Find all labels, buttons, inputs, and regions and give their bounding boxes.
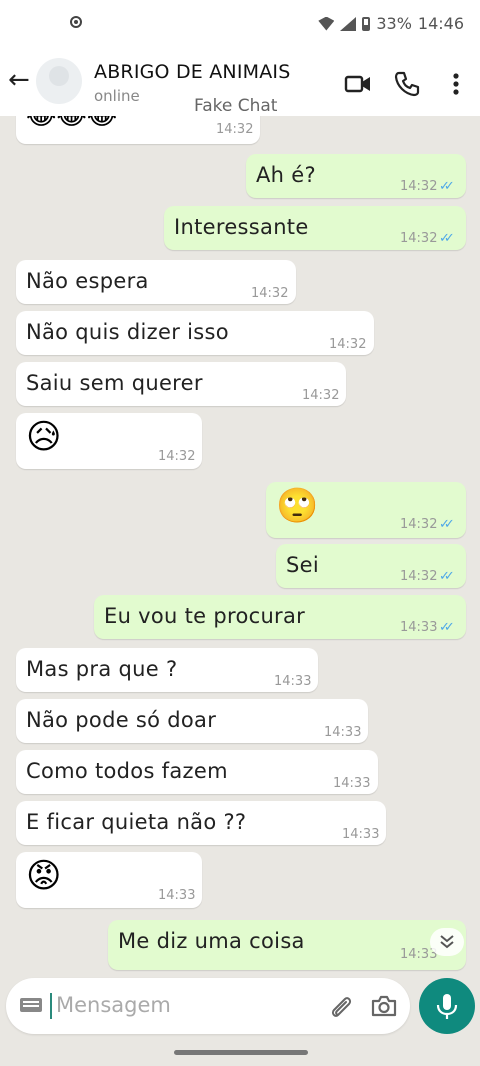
message-bubble-in[interactable]: Mas pra que ? 14:33 bbox=[16, 648, 318, 692]
message-bubble-in[interactable]: Não pode só doar 14:33 bbox=[16, 699, 368, 743]
message-bubble-in[interactable]: Não quis dizer isso 14:32 bbox=[16, 311, 374, 355]
wifi-icon bbox=[318, 16, 335, 31]
message-bubble-in[interactable]: E ficar quieta não ?? 14:33 bbox=[16, 801, 386, 845]
camera-indicator-icon bbox=[70, 16, 82, 28]
video-call-icon[interactable] bbox=[344, 70, 372, 98]
message-text: Não pode só doar bbox=[26, 708, 217, 732]
signal-icon bbox=[340, 16, 357, 31]
message-input-bar: Mensagem bbox=[6, 978, 410, 1034]
message-bubble-in[interactable]: Não espera 14:32 bbox=[16, 260, 296, 304]
contact-avatar[interactable] bbox=[36, 58, 82, 104]
camera-icon[interactable] bbox=[370, 993, 398, 1019]
fake-chat-watermark: Fake Chat bbox=[194, 96, 278, 116]
message-text: Não espera bbox=[26, 269, 149, 293]
message-time: 14:33 bbox=[274, 674, 312, 689]
read-ticks-icon: ✓✓ bbox=[439, 517, 455, 532]
chat-header: ← ABRIGO DE ANIMAIS online Fake Chat bbox=[0, 50, 480, 116]
message-text: Sei bbox=[286, 553, 319, 577]
message-time: 14:32 bbox=[400, 231, 438, 246]
message-bubble-in[interactable]: Como todos fazem 14:33 bbox=[16, 750, 378, 794]
status-bar: 33% 14:46 bbox=[0, 0, 480, 50]
status-icons: 33% 14:46 bbox=[318, 14, 464, 33]
double-chevron-down-icon bbox=[440, 935, 454, 949]
message-text: Saiu sem querer bbox=[26, 371, 203, 395]
keyboard-icon[interactable] bbox=[20, 998, 42, 1012]
message-text: Mas pra que ? bbox=[26, 657, 178, 681]
message-bubble-out[interactable]: Eu vou te procurar 14:33 ✓✓ bbox=[94, 595, 466, 639]
message-bubble-in[interactable]: 😡 14:33 bbox=[16, 852, 202, 908]
message-emoji: 😥 bbox=[26, 417, 62, 457]
scroll-to-bottom-button[interactable] bbox=[430, 928, 464, 956]
read-ticks-icon: ✓✓ bbox=[439, 231, 455, 246]
more-options-icon[interactable] bbox=[442, 70, 470, 98]
message-text: Eu vou te procurar bbox=[104, 604, 306, 628]
voice-call-icon[interactable] bbox=[393, 70, 421, 98]
message-input[interactable]: Mensagem bbox=[56, 993, 171, 1017]
message-emoji: 😂😂😂 bbox=[26, 116, 118, 131]
message-text: Como todos fazem bbox=[26, 759, 228, 783]
clock: 14:46 bbox=[417, 14, 464, 33]
text-cursor bbox=[50, 993, 52, 1019]
mic-button[interactable] bbox=[419, 978, 475, 1034]
contact-name[interactable]: ABRIGO DE ANIMAIS bbox=[94, 61, 291, 83]
battery-icon bbox=[362, 16, 371, 31]
contact-status: online bbox=[94, 87, 140, 105]
message-time: 14:33 bbox=[333, 776, 371, 791]
message-bubble-in[interactable]: Saiu sem querer 14:32 bbox=[16, 362, 346, 406]
message-time: 14:33 bbox=[342, 827, 380, 842]
gesture-nav-handle[interactable] bbox=[174, 1050, 308, 1055]
message-time: 14:32 bbox=[400, 569, 438, 584]
read-ticks-icon: ✓✓ bbox=[439, 179, 455, 194]
message-time: 14:32 bbox=[216, 122, 254, 137]
message-emoji: 🙄 bbox=[276, 486, 319, 526]
message-time: 14:32 bbox=[400, 179, 438, 194]
message-time: 14:32 bbox=[302, 388, 340, 403]
message-text: E ficar quieta não ?? bbox=[26, 810, 247, 834]
message-list[interactable]: 😂😂😂 14:32 Ah é? 14:32 ✓✓ Interessante 14… bbox=[0, 116, 480, 976]
message-bubble-out[interactable]: Ah é? 14:32 ✓✓ bbox=[246, 154, 466, 198]
message-text: Ah é? bbox=[256, 163, 316, 187]
message-bubble-in[interactable]: 😥 14:32 bbox=[16, 413, 202, 469]
message-text: Me diz uma coisa bbox=[118, 929, 305, 953]
message-bubble-out[interactable]: Sei 14:32 ✓✓ bbox=[276, 544, 466, 588]
message-text: Não quis dizer isso bbox=[26, 320, 229, 344]
back-arrow-icon[interactable]: ← bbox=[8, 67, 32, 93]
message-bubble-out[interactable]: 🙄 14:32 ✓✓ bbox=[266, 482, 466, 538]
message-emoji: 😡 bbox=[26, 856, 62, 896]
mic-icon bbox=[436, 994, 458, 1019]
message-time: 14:32 bbox=[400, 517, 438, 532]
message-time: 14:32 bbox=[251, 286, 289, 301]
attach-icon[interactable] bbox=[328, 994, 354, 1020]
message-time: 14:33 bbox=[324, 725, 362, 740]
message-time: 14:33 bbox=[400, 620, 438, 635]
message-bubble-out[interactable]: Me diz uma coisa 14:33 bbox=[108, 920, 466, 970]
message-time: 14:32 bbox=[158, 449, 196, 464]
read-ticks-icon: ✓✓ bbox=[439, 620, 455, 635]
message-text: Interessante bbox=[174, 215, 309, 239]
read-ticks-icon: ✓✓ bbox=[439, 569, 455, 584]
message-time: 14:32 bbox=[329, 337, 367, 352]
battery-level: 33% bbox=[376, 14, 412, 33]
message-time: 14:33 bbox=[158, 888, 196, 903]
message-bubble-in[interactable]: 😂😂😂 14:32 bbox=[16, 116, 260, 144]
message-bubble-out[interactable]: Interessante 14:32 ✓✓ bbox=[164, 206, 466, 250]
